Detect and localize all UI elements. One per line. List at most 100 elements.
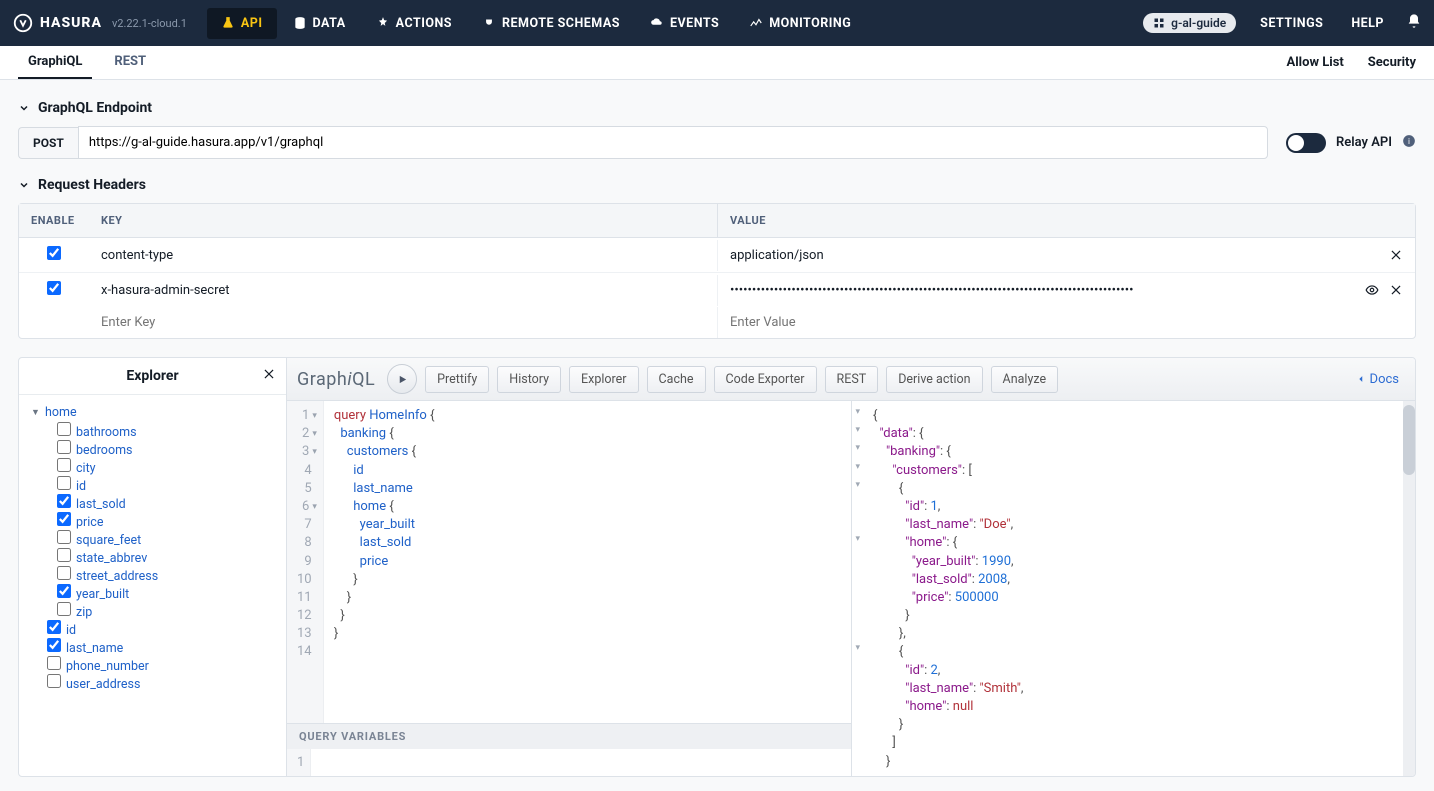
nav-api-label: API — [241, 16, 263, 31]
toolbar-prettify[interactable]: Prettify — [425, 366, 489, 393]
database-icon — [293, 16, 307, 30]
header-key-input[interactable] — [101, 315, 705, 330]
chevron-left-icon — [1356, 374, 1366, 384]
query-editor[interactable]: query HomeInfo { banking { customers { i… — [324, 401, 445, 723]
notifications-bell[interactable] — [1406, 13, 1422, 33]
nav-monitoring-label: MONITORING — [769, 16, 851, 31]
variables-editor[interactable] — [311, 749, 331, 776]
version-text: v2.22.1-cloud.1 — [112, 17, 187, 30]
header-enable-checkbox[interactable] — [47, 246, 61, 260]
link-security[interactable]: Security — [1368, 55, 1416, 70]
field-checkbox[interactable] — [57, 530, 71, 544]
col-value: VALUE — [717, 204, 1415, 237]
field-checkbox[interactable] — [47, 674, 61, 688]
field-checkbox[interactable] — [57, 584, 71, 598]
nav-events[interactable]: EVENTS — [636, 8, 733, 39]
tab-rest[interactable]: REST — [104, 46, 156, 79]
run-query-button[interactable] — [387, 364, 417, 394]
field-checkbox[interactable] — [57, 458, 71, 472]
eye-icon[interactable] — [1365, 283, 1379, 297]
nav-api[interactable]: API — [207, 8, 277, 39]
nav-help[interactable]: ? HELP — [1345, 16, 1384, 31]
nav-settings[interactable]: SETTINGS — [1254, 16, 1323, 31]
field-checkbox[interactable] — [47, 638, 61, 652]
section-endpoint-toggle[interactable]: GraphQL Endpoint — [18, 100, 1416, 116]
link-allow-list[interactable]: Allow List — [1286, 55, 1343, 70]
result-viewer: { "data": { "banking": { "customers": [ … — [863, 401, 1415, 776]
relay-api-toggle[interactable] — [1286, 133, 1326, 153]
field-checkbox[interactable] — [57, 422, 71, 436]
query-variables-header[interactable]: QUERY VARIABLES — [287, 723, 851, 749]
toolbar-cache[interactable]: Cache — [647, 366, 706, 393]
nav-actions[interactable]: ACTIONS — [362, 8, 466, 39]
nav-remote[interactable]: REMOTE SCHEMAS — [468, 8, 634, 39]
tree-field-bathrooms[interactable]: bathrooms — [41, 422, 274, 440]
field-checkbox[interactable] — [57, 548, 71, 562]
toolbar-derive-action[interactable]: Derive action — [886, 366, 982, 393]
docs-label: Docs — [1370, 372, 1399, 387]
field-checkbox[interactable] — [57, 512, 71, 526]
tree-field-city[interactable]: city — [41, 458, 274, 476]
tree-field-street_address[interactable]: street_address — [41, 566, 274, 584]
col-key: KEY — [89, 204, 717, 237]
header-key[interactable]: x-hasura-admin-secret — [89, 275, 717, 306]
tree-field-last_name[interactable]: last_name — [31, 638, 274, 656]
tree-field-id[interactable]: id — [41, 476, 274, 494]
delete-icon[interactable] — [1389, 283, 1403, 297]
nav-help-label: HELP — [1351, 16, 1384, 31]
nav-data[interactable]: DATA — [279, 8, 360, 39]
header-value[interactable]: ••••••••••••••••••••••••••••••••••••••••… — [730, 283, 1365, 298]
field-checkbox[interactable] — [57, 566, 71, 580]
tree-field-price[interactable]: price — [41, 512, 274, 530]
tree-field-state_abbrev[interactable]: state_abbrev — [41, 548, 274, 566]
tree-field-id[interactable]: id — [31, 620, 274, 638]
hasura-icon — [12, 12, 34, 34]
tree-field-phone_number[interactable]: phone_number — [31, 656, 274, 674]
grid-icon — [1153, 17, 1165, 29]
tree-root[interactable]: ▼home — [31, 403, 274, 422]
toolbar-code-exporter[interactable]: Code Exporter — [714, 366, 817, 393]
toolbar-rest[interactable]: REST — [825, 366, 879, 393]
svg-text:i: i — [1408, 135, 1410, 145]
field-checkbox[interactable] — [57, 602, 71, 616]
tab-graphiql[interactable]: GraphiQL — [18, 46, 92, 79]
project-pill[interactable]: g-al-guide — [1143, 13, 1236, 33]
tree-field-year_built[interactable]: year_built — [41, 584, 274, 602]
header-enable-checkbox[interactable] — [47, 281, 61, 295]
close-icon — [262, 367, 276, 381]
explorer-close[interactable] — [262, 367, 276, 385]
tree-field-zip[interactable]: zip — [41, 602, 274, 620]
toolbar-explorer[interactable]: Explorer — [569, 366, 638, 393]
header-value[interactable]: application/json — [730, 248, 1389, 263]
endpoint-url-input[interactable] — [78, 126, 1268, 159]
header-key[interactable]: content-type — [89, 240, 717, 271]
header-value-input[interactable] — [730, 315, 1403, 330]
docs-link[interactable]: Docs — [1350, 372, 1405, 387]
tree-field-bedrooms[interactable]: bedrooms — [41, 440, 274, 458]
section-endpoint-label: GraphQL Endpoint — [38, 100, 152, 116]
hasura-logo[interactable]: HASURA — [12, 12, 102, 34]
field-checkbox[interactable] — [47, 620, 61, 634]
bell-icon — [1406, 13, 1422, 29]
relay-api-label: Relay API — [1336, 135, 1392, 150]
field-checkbox[interactable] — [47, 656, 61, 670]
nav-monitoring[interactable]: MONITORING — [735, 8, 865, 39]
nav-events-label: EVENTS — [670, 16, 719, 31]
section-headers-label: Request Headers — [38, 177, 146, 193]
field-checkbox[interactable] — [57, 440, 71, 454]
tree-field-last_sold[interactable]: last_sold — [41, 494, 274, 512]
toolbar-history[interactable]: History — [497, 366, 561, 393]
section-headers-toggle[interactable]: Request Headers — [18, 177, 1416, 193]
nav-data-label: DATA — [313, 16, 346, 31]
field-checkbox[interactable] — [57, 476, 71, 490]
nav-remote-label: REMOTE SCHEMAS — [502, 16, 620, 31]
delete-icon[interactable] — [1389, 248, 1403, 262]
tree-field-user_address[interactable]: user_address — [31, 674, 274, 692]
toolbar-analyze[interactable]: Analyze — [991, 366, 1059, 393]
tree-field-square_feet[interactable]: square_feet — [41, 530, 274, 548]
field-checkbox[interactable] — [57, 494, 71, 508]
result-scrollbar[interactable] — [1403, 401, 1415, 776]
play-icon — [397, 374, 408, 385]
relay-info[interactable]: i — [1402, 134, 1416, 152]
brand-text: HASURA — [40, 15, 102, 31]
